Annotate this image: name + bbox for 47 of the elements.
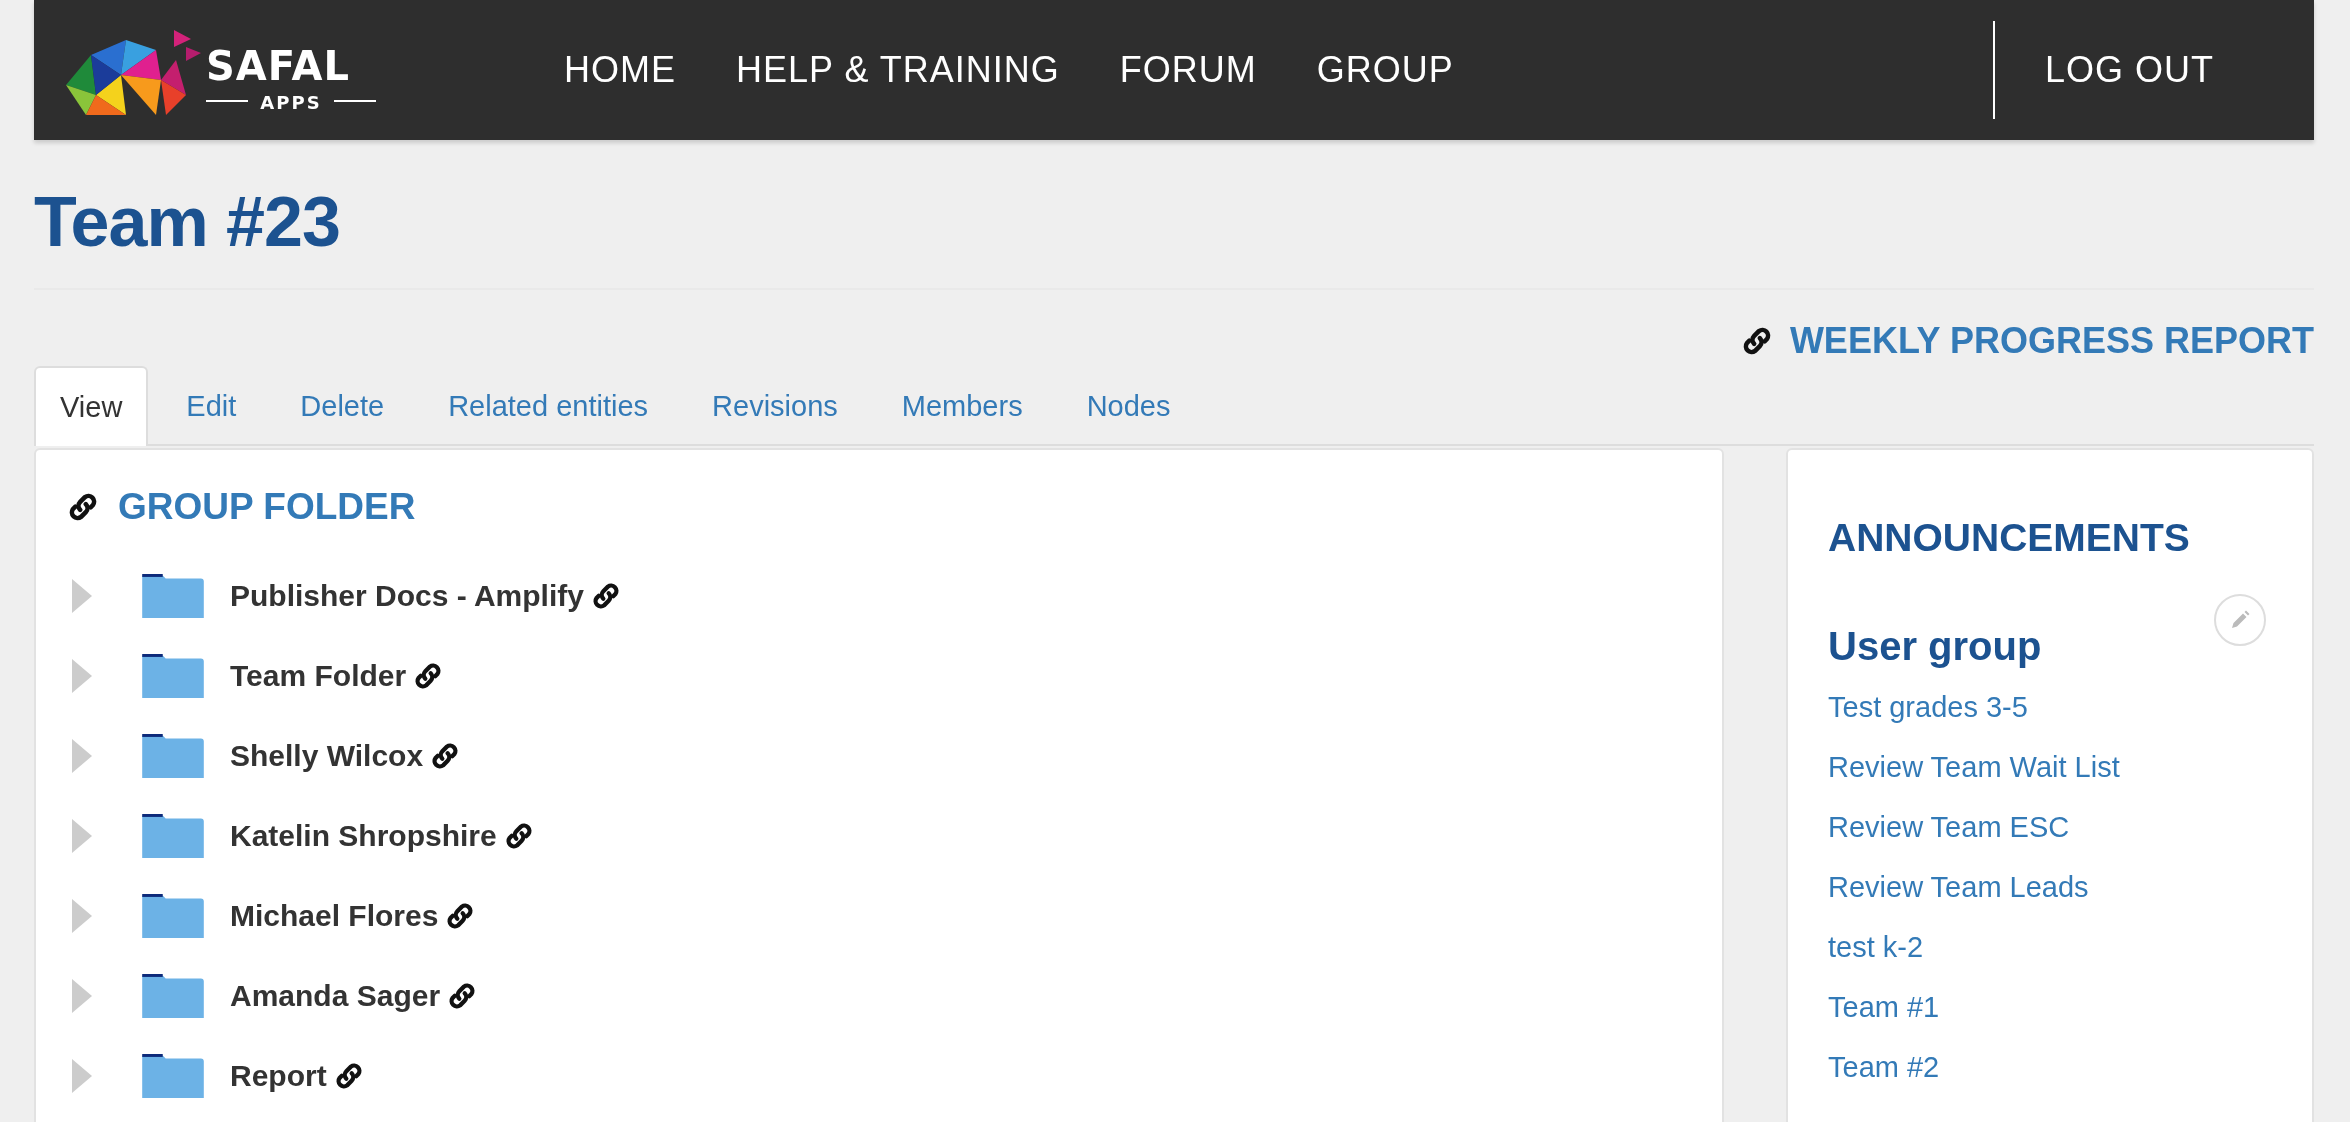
folder-name[interactable]: Michael Flores bbox=[230, 899, 439, 933]
tab[interactable]: Members bbox=[875, 366, 1049, 444]
nav-link[interactable]: GROUP bbox=[1316, 49, 1454, 91]
folder-name[interactable]: Report bbox=[230, 1059, 327, 1093]
nav-link[interactable]: HOME bbox=[564, 49, 676, 91]
expand-toggle-icon[interactable] bbox=[72, 579, 92, 613]
tab[interactable]: Revisions bbox=[686, 366, 864, 444]
tab[interactable]: Delete bbox=[274, 366, 411, 444]
expand-toggle-icon[interactable] bbox=[72, 739, 92, 773]
folder-icon bbox=[142, 734, 204, 778]
folder-icon bbox=[142, 1054, 204, 1098]
expand-toggle-icon[interactable] bbox=[72, 659, 92, 693]
announcement-link[interactable]: test k-2 bbox=[1828, 917, 2272, 977]
group-heading: User group bbox=[1828, 624, 2042, 669]
expand-toggle-icon[interactable] bbox=[72, 979, 92, 1013]
page-title: Team #23 bbox=[34, 140, 2314, 290]
announcement-link[interactable]: Team #2 bbox=[1828, 1037, 2272, 1097]
logo[interactable]: SAFAL APPS bbox=[66, 25, 396, 115]
expand-toggle-icon[interactable] bbox=[72, 1059, 92, 1093]
folder-name[interactable]: Publisher Docs - Amplify bbox=[230, 579, 584, 613]
expand-toggle-icon[interactable] bbox=[72, 899, 92, 933]
folder-name[interactable]: Team Folder bbox=[230, 659, 407, 693]
tab[interactable]: Nodes bbox=[1060, 366, 1197, 444]
announcement-link[interactable]: Test grades 3-5 bbox=[1828, 677, 2272, 737]
folder-icon bbox=[142, 654, 204, 698]
edit-button[interactable] bbox=[2214, 594, 2266, 646]
folder-name[interactable]: Amanda Sager bbox=[230, 979, 441, 1013]
nav-link[interactable]: FORUM bbox=[1119, 49, 1257, 91]
folder-name[interactable]: Katelin Shropshire bbox=[230, 819, 497, 853]
logout-link[interactable]: LOG OUT bbox=[2044, 49, 2214, 91]
announcements-heading: ANNOUNCEMENTS bbox=[1828, 516, 2191, 560]
folder-icon bbox=[142, 894, 204, 938]
expand-toggle-icon[interactable] bbox=[72, 819, 92, 853]
folder-icon bbox=[142, 974, 204, 1018]
folder-icon bbox=[142, 574, 204, 618]
announcement-link[interactable]: Team #1 bbox=[1828, 977, 2272, 1037]
report-link[interactable]: WEEKLY PROGRESS REPORT bbox=[1739, 320, 2314, 362]
folder-icon bbox=[142, 814, 204, 858]
tab[interactable]: View bbox=[34, 366, 149, 446]
nav-link[interactable]: HELP & TRAINING bbox=[736, 49, 1060, 91]
folder-name[interactable]: Shelly Wilcox bbox=[230, 739, 424, 773]
tab[interactable]: Related entities bbox=[422, 366, 675, 444]
announcement-link[interactable]: Review Team ESC bbox=[1828, 797, 2272, 857]
tab[interactable]: Edit bbox=[160, 366, 263, 444]
announcement-link[interactable]: Review Team Wait List bbox=[1828, 737, 2272, 797]
announcement-link[interactable]: Review Team Leads bbox=[1828, 857, 2272, 917]
group-folder-link[interactable]: GROUP FOLDER bbox=[66, 486, 1692, 528]
